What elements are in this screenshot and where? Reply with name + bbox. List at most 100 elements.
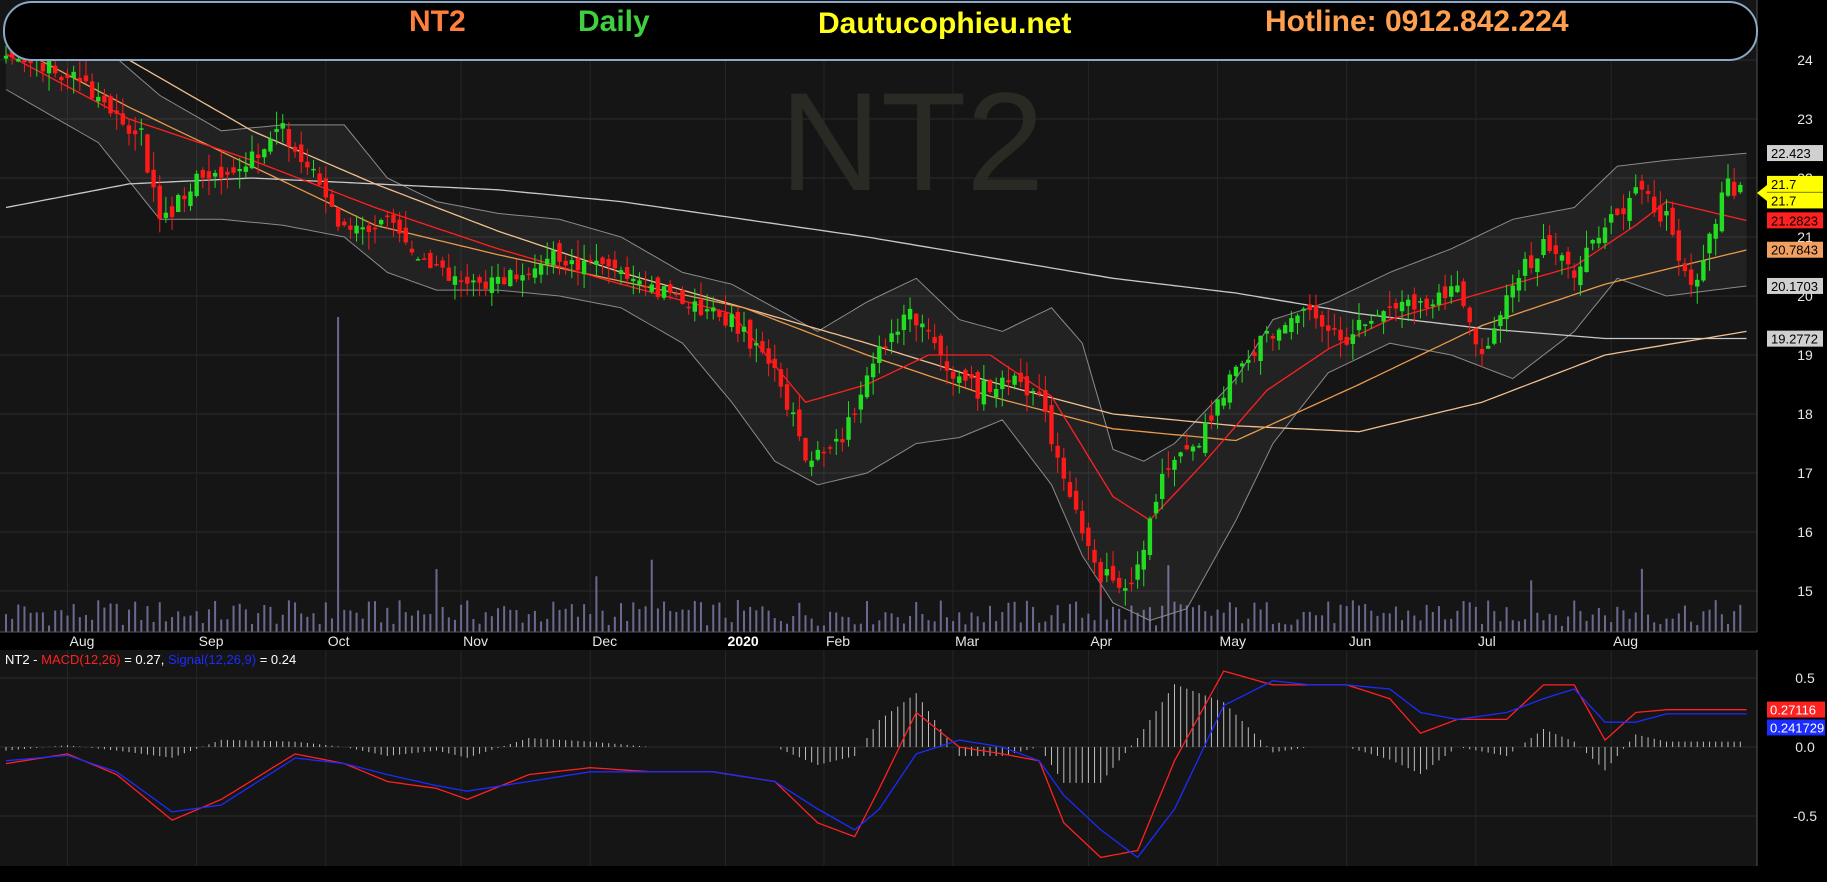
volume-bar (466, 600, 469, 632)
candle-body (1381, 311, 1386, 322)
volume-bar (48, 625, 51, 632)
ticker-label: NT2 (409, 5, 466, 38)
volume-bar (589, 614, 592, 632)
candle-body (1018, 372, 1023, 383)
candle-body (1522, 258, 1528, 276)
volume-bar (35, 612, 38, 632)
candle-body (1289, 318, 1294, 333)
volume-bar (140, 620, 143, 632)
x-tick-label: Aug (70, 633, 95, 649)
candle-body (299, 144, 304, 163)
volume-bar (521, 622, 524, 632)
x-tick-label: Mar (955, 633, 979, 649)
candle-body (538, 264, 544, 275)
volume-bar (1714, 600, 1717, 632)
volume-bar (398, 600, 401, 632)
candle-body (932, 337, 937, 344)
candle-body (415, 259, 421, 261)
volume-bar (1284, 624, 1287, 632)
candle-body (784, 384, 790, 410)
candle-body (83, 75, 89, 82)
candle-body (1510, 285, 1515, 298)
volume-bar (1548, 613, 1551, 632)
candle-body (1664, 211, 1669, 216)
volume-bar (1112, 606, 1114, 632)
volume-bar (1640, 568, 1643, 632)
candle-body (422, 258, 427, 260)
macd-panel-background (0, 650, 1757, 866)
candle-body (520, 275, 525, 281)
candle-body (1627, 198, 1632, 221)
volume-bar (1388, 613, 1391, 632)
volume-bar (263, 604, 266, 632)
volume-bar (97, 600, 100, 632)
volume-bar (1155, 625, 1158, 632)
macd-legend-macd: MACD(12,26) (41, 652, 120, 667)
candle-body (200, 169, 205, 178)
volume-bar (287, 600, 290, 632)
candle-body (1190, 446, 1196, 452)
volume-bar (915, 602, 918, 632)
candle-body (581, 260, 587, 275)
volume-bar (238, 603, 241, 632)
candle-body (698, 299, 704, 316)
volume-bar (699, 602, 702, 632)
volume-bar (982, 622, 985, 632)
volume-bar (232, 605, 235, 632)
volume-bar (527, 614, 530, 632)
candle-body (907, 308, 913, 320)
candle-body (680, 289, 685, 304)
candle-body (1037, 391, 1042, 395)
volume-bar (1499, 621, 1502, 632)
candle-body (391, 214, 396, 223)
candle-body (1572, 270, 1577, 278)
volume-bar (675, 611, 678, 632)
volume-bar (1068, 604, 1071, 632)
volume-bar (1136, 612, 1139, 632)
candle-body (108, 95, 113, 114)
volume-bar (878, 620, 881, 632)
volume-bar (66, 615, 69, 632)
candle-body (993, 388, 999, 398)
volume-bar (171, 617, 174, 632)
volume-bar (435, 569, 438, 632)
volume-bar (23, 606, 26, 632)
candle-body (1498, 315, 1503, 327)
volume-bar (201, 623, 204, 632)
candle-body (1725, 178, 1731, 196)
volume-bar (380, 622, 383, 632)
candle-body (600, 257, 605, 264)
candle-body (1707, 233, 1712, 254)
candle-body (1602, 227, 1608, 243)
volume-bar (1481, 623, 1483, 632)
price-tick-label: 23 (1797, 111, 1813, 127)
candle-body (987, 379, 993, 393)
volume-bar (822, 625, 825, 632)
candle-body (975, 372, 980, 399)
candle-body (957, 376, 962, 383)
candle-body (114, 110, 119, 114)
candle-body (575, 257, 581, 271)
candle-body (834, 438, 839, 442)
macd-tick-label: -0.5 (1793, 808, 1817, 824)
candle-body (1713, 223, 1718, 239)
volume-bar (503, 606, 506, 632)
candle-body (489, 277, 495, 293)
volume-bar (478, 623, 481, 632)
candle-body (255, 154, 261, 159)
candle-body (1615, 208, 1620, 215)
candle-body (1061, 457, 1066, 479)
volume-bar (1259, 609, 1262, 632)
volume-bar (1517, 621, 1520, 632)
volume-bar (724, 617, 727, 632)
candle-body (65, 74, 70, 78)
candle-body (858, 394, 864, 410)
candle-body (329, 194, 335, 207)
price-tick-label: 19 (1797, 347, 1813, 363)
volume-bar (1431, 612, 1434, 632)
candle-body (1221, 397, 1226, 406)
candle-body (950, 371, 956, 379)
candle-body (618, 270, 624, 275)
candle-body (514, 274, 519, 280)
volume-bar (687, 609, 690, 632)
